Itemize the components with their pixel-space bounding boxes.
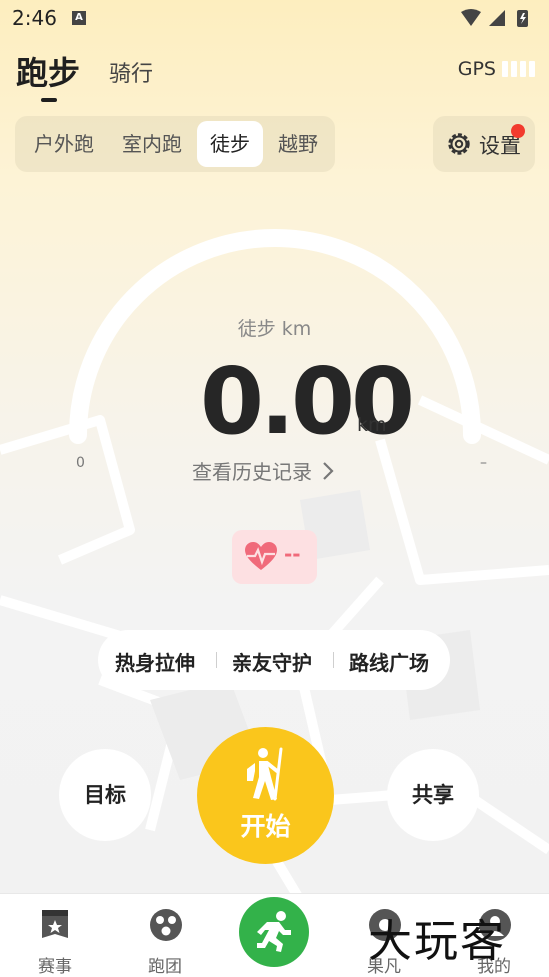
- heart-rate-badge[interactable]: --: [232, 530, 317, 584]
- gauge-min-label: 0: [76, 455, 85, 471]
- cell-signal-icon: [489, 10, 505, 26]
- chevron-right-icon: [323, 461, 334, 480]
- status-bar: 2:46 A: [0, 0, 549, 36]
- wifi-icon: [461, 9, 481, 26]
- hiker-icon: [247, 747, 283, 801]
- heart-rate-value: --: [284, 542, 301, 566]
- status-icons: [461, 9, 528, 27]
- runner-icon: [257, 911, 291, 952]
- settings-button[interactable]: 设置: [433, 116, 535, 172]
- divider: [333, 652, 334, 668]
- watermark-text: 大玩客: [368, 916, 506, 967]
- gauge-max-label: –: [480, 455, 487, 471]
- gps-signal-icon: [502, 61, 535, 77]
- gauge-subtitle: 徒步 km: [237, 318, 312, 340]
- share-button[interactable]: 共享: [387, 749, 479, 841]
- start-button[interactable]: 开始: [197, 727, 334, 864]
- mode-tab-indoor-run[interactable]: 室内跑: [112, 121, 192, 167]
- history-link[interactable]: 查看历史记录: [192, 456, 334, 485]
- history-link-label: 查看历史记录: [192, 460, 312, 484]
- tab-running[interactable]: 跑步: [16, 48, 80, 94]
- event-badge-icon: [42, 910, 68, 938]
- goal-button[interactable]: 目标: [59, 749, 151, 841]
- nav-item-run[interactable]: [239, 897, 309, 967]
- route-square-link[interactable]: 路线广场: [349, 647, 429, 676]
- notification-icon: A: [72, 11, 86, 25]
- divider: [216, 652, 217, 668]
- status-time: 2:46: [12, 6, 57, 30]
- nav-label-events: 赛事: [38, 957, 72, 977]
- distance-value: 0.00: [200, 348, 415, 455]
- gear-icon: [448, 133, 470, 155]
- mode-tab-hiking[interactable]: 徒步: [197, 121, 263, 167]
- tab-active-indicator: [41, 98, 57, 102]
- mode-tab-trail[interactable]: 越野: [268, 121, 328, 167]
- notification-dot: [511, 124, 525, 138]
- mode-tab-outdoor-run[interactable]: 户外跑: [25, 121, 103, 167]
- quick-actions-bar: 热身拉伸 亲友守护 路线广场: [98, 630, 450, 690]
- nav-item-events[interactable]: 赛事: [0, 894, 110, 977]
- nav-label-groups: 跑团: [148, 957, 182, 977]
- distance-unit: km: [357, 414, 387, 436]
- start-label: 开始: [240, 812, 291, 841]
- heart-pulse-icon: [245, 542, 277, 570]
- gps-status: GPS: [458, 58, 535, 80]
- mode-segmented-control: 户外跑 室内跑 徒步 越野: [15, 116, 335, 172]
- warmup-stretch-link[interactable]: 热身拉伸: [115, 647, 195, 676]
- tab-cycling[interactable]: 骑行: [109, 56, 153, 88]
- gps-label: GPS: [457, 58, 496, 80]
- nav-item-groups[interactable]: 跑团: [110, 894, 220, 977]
- group-icon: [150, 909, 182, 941]
- family-guard-link[interactable]: 亲友守护: [232, 647, 312, 676]
